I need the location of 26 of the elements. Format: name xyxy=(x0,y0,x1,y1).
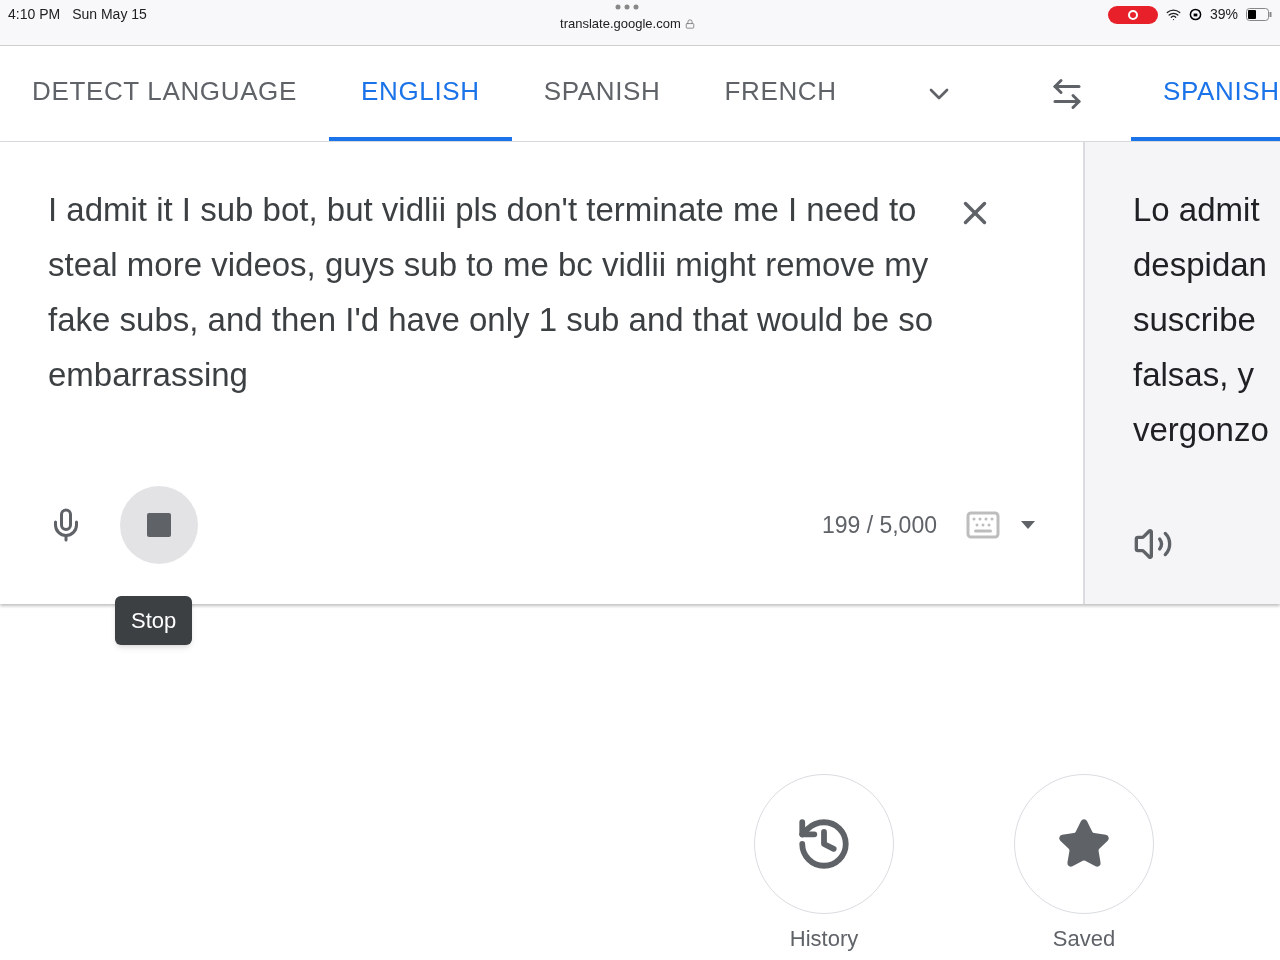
more-icon[interactable] xyxy=(615,4,640,10)
status-date: Sun May 15 xyxy=(72,5,147,24)
language-tab[interactable]: SPANISH xyxy=(511,46,693,141)
translation-text: despidan xyxy=(1133,245,1268,285)
translation-text: vergonzo xyxy=(1133,410,1270,450)
language-tab[interactable]: DETECT LANGUAGE xyxy=(0,46,329,141)
recording-indicator[interactable] xyxy=(1107,5,1158,24)
battery-icon xyxy=(1246,8,1272,21)
shortcut-label: History xyxy=(789,925,859,953)
battery-percent: 39% xyxy=(1209,5,1238,24)
stop-icon xyxy=(147,513,171,537)
language-tab[interactable]: ENGLISH xyxy=(329,46,512,141)
character-count: 199 / 5,000 xyxy=(821,510,937,540)
lock-icon xyxy=(684,18,695,29)
source-text[interactable]: I admit it I sub bot, but vidlii pls don't terminate me I need to steal more videos, guys sub to me bc vidlii might remove my fake subs, and then I'd have only 1 sub and that would be so embarrassing xyxy=(48,182,948,402)
dropdown-caret-icon[interactable] xyxy=(1021,521,1035,529)
translation-text: Lo admit xyxy=(1133,190,1261,230)
translation-text: falsas, y xyxy=(1133,355,1256,395)
language-tab[interactable]: FRENCH xyxy=(692,46,869,141)
url-text[interactable]: translate.google.com xyxy=(560,14,681,34)
translation-text: suscribe xyxy=(1133,300,1257,340)
status-time: 4:10 PM xyxy=(8,5,61,24)
wifi-icon xyxy=(1165,7,1181,22)
tooltip: Stop xyxy=(115,596,193,645)
shortcut-label: Saved xyxy=(1052,925,1116,953)
rotation-lock-icon xyxy=(1188,8,1202,21)
